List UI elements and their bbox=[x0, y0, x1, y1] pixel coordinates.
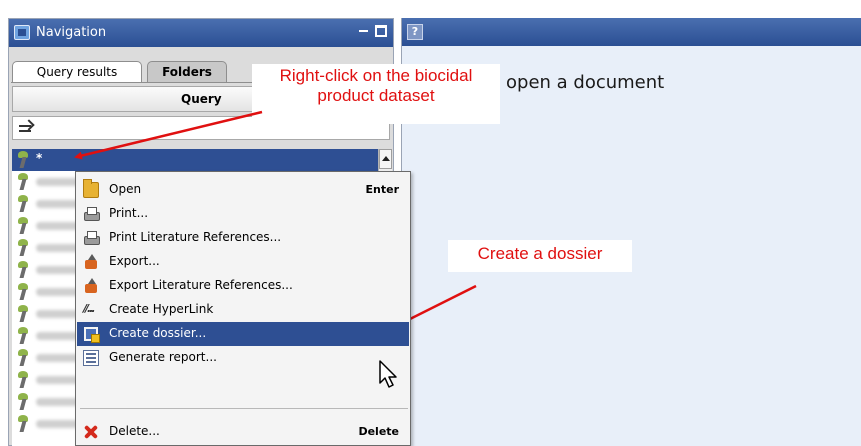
menu-item-create-hyperlink[interactable]: //... Create HyperLink bbox=[77, 298, 409, 322]
dataset-icon bbox=[15, 195, 31, 213]
blurred-name bbox=[36, 266, 80, 274]
menu-separator bbox=[80, 408, 408, 409]
navigation-title: Navigation bbox=[36, 25, 107, 40]
query-column-header-label: Query bbox=[181, 92, 222, 106]
menu-item-label: Delete... bbox=[109, 424, 160, 438]
menu-item-export[interactable]: Export... bbox=[77, 250, 409, 274]
navigation-icon bbox=[14, 25, 30, 40]
dataset-icon bbox=[15, 371, 31, 389]
printer-icon bbox=[83, 230, 100, 246]
minimize-icon[interactable] bbox=[357, 23, 371, 39]
dataset-icon bbox=[15, 393, 31, 411]
hyperlink-icon: //... bbox=[83, 302, 96, 315]
menu-item-open[interactable]: Open Enter bbox=[77, 178, 409, 202]
dataset-icon bbox=[15, 151, 31, 169]
dataset-icon bbox=[15, 283, 31, 301]
scroll-up-button[interactable] bbox=[379, 149, 392, 169]
dataset-name: * bbox=[36, 151, 43, 165]
navigation-titlebar: Navigation bbox=[9, 19, 393, 47]
dataset-icon bbox=[15, 349, 31, 367]
context-menu: Open Enter Print... Print Literature Ref… bbox=[75, 171, 411, 446]
printer-icon bbox=[83, 206, 100, 222]
export-icon bbox=[83, 254, 99, 270]
blurred-name bbox=[36, 398, 80, 406]
dataset-icon bbox=[15, 217, 31, 235]
dataset-icon bbox=[15, 239, 31, 257]
blurred-name bbox=[36, 332, 80, 340]
menu-item-label: Generate report... bbox=[109, 350, 217, 364]
menu-item-generate-report[interactable]: Generate report... bbox=[77, 346, 409, 370]
menu-item-shortcut: Enter bbox=[365, 183, 400, 196]
blurred-name bbox=[36, 288, 80, 296]
report-icon bbox=[83, 350, 99, 366]
menu-item-print[interactable]: Print... bbox=[77, 202, 409, 226]
dataset-icon bbox=[15, 305, 31, 323]
open-document-hint: open a document bbox=[506, 72, 665, 93]
blurred-name bbox=[36, 200, 80, 208]
menu-item-label: Print Literature References... bbox=[109, 230, 282, 244]
menu-item-label: Open bbox=[109, 182, 142, 196]
folder-icon bbox=[83, 179, 99, 198]
blurred-name bbox=[36, 244, 80, 252]
dossier-icon bbox=[83, 326, 100, 343]
filter-icon[interactable] bbox=[18, 120, 32, 136]
blurred-name bbox=[36, 376, 80, 384]
selected-dataset-row[interactable]: * bbox=[12, 149, 378, 171]
blurred-name bbox=[36, 178, 80, 186]
blurred-name bbox=[36, 222, 80, 230]
menu-item-label: Create HyperLink bbox=[109, 302, 214, 316]
tab-folders[interactable]: Folders bbox=[147, 61, 227, 83]
tab-query-results[interactable]: Query results bbox=[12, 61, 142, 83]
menu-item-export-literature-references[interactable]: Export Literature References... bbox=[77, 274, 409, 298]
menu-item-delete[interactable]: Delete... Delete bbox=[77, 420, 409, 444]
callout-right-click: Right-click on the biocidal product data… bbox=[252, 64, 500, 124]
menu-item-create-dossier[interactable]: Create dossier... bbox=[77, 322, 409, 346]
menu-item-print-literature-references[interactable]: Print Literature References... bbox=[77, 226, 409, 250]
mouse-cursor-icon bbox=[379, 360, 397, 388]
export-icon bbox=[83, 278, 99, 294]
delete-icon bbox=[83, 424, 99, 440]
help-icon[interactable]: ? bbox=[407, 24, 423, 40]
dataset-icon bbox=[15, 327, 31, 345]
dataset-icon bbox=[15, 173, 31, 191]
blurred-name bbox=[36, 420, 80, 428]
menu-item-shortcut: Delete bbox=[358, 425, 399, 438]
callout-create-dossier: Create a dossier bbox=[448, 240, 632, 272]
menu-item-label: Export... bbox=[109, 254, 160, 268]
blurred-name bbox=[36, 354, 80, 362]
menu-item-label: Export Literature References... bbox=[109, 278, 293, 292]
blurred-name bbox=[36, 310, 80, 318]
menu-item-label: Print... bbox=[109, 206, 149, 220]
dataset-icon bbox=[15, 261, 31, 279]
editor-titlebar: ? bbox=[402, 18, 861, 46]
maximize-icon[interactable] bbox=[375, 25, 387, 37]
menu-item-label: Create dossier... bbox=[109, 326, 207, 340]
dataset-icon bbox=[15, 415, 31, 433]
